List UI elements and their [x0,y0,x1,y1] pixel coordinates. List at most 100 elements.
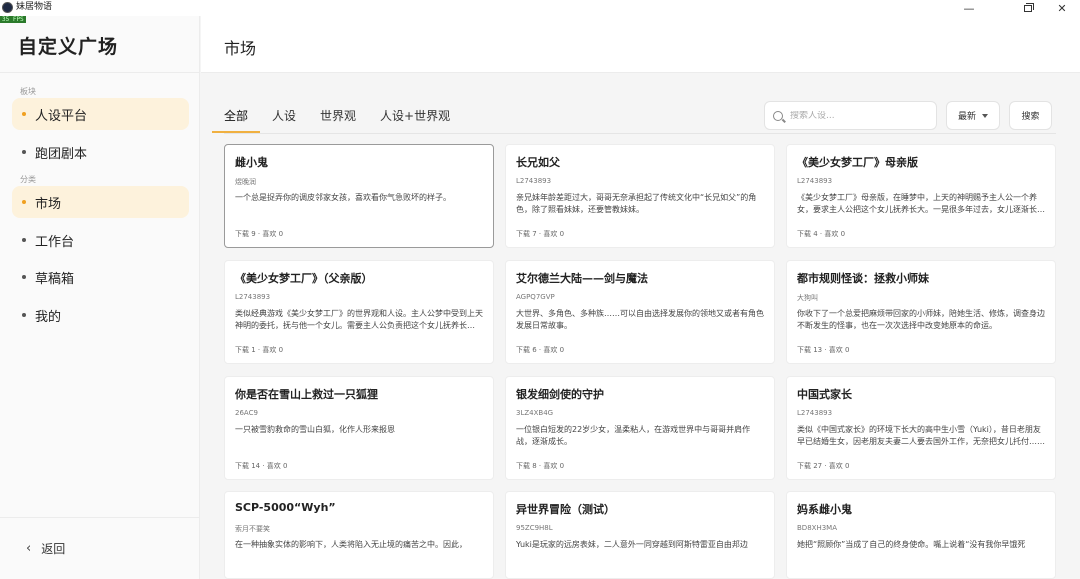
card-author: L2743893 [235,293,271,301]
card-stats: 下载 7 · 喜欢 0 [516,230,565,238]
sidebar: 自定义广场 板块 人设平台 跑团剧本 分类 市场 工作台 草稿箱 我的 ‹ 返回 [0,16,200,579]
category-tabs: 全部 人设 世界观 人设+世界观 [211,99,474,133]
title-bar: 妹居物语 — ✕ [0,0,1080,16]
card-title: 中国式家长 [797,388,852,401]
close-icon: ✕ [1057,1,1067,15]
persona-card[interactable]: 银发细剑使的守护 3LZ4XB4G 一位银白短发的22岁少女，温柔粘人，在游戏世… [505,376,775,480]
card-title: 雌小鬼 [235,156,268,169]
persona-card[interactable]: 雌小鬼 煜晚润 一个总是捉弄你的调皮邻家女孩，喜欢看你气急败坏的样子。 下载 9… [224,144,494,248]
maximize-button[interactable] [1010,0,1046,16]
card-description: 一只被雪豹救命的雪山白狐，化作人形来报恩 [235,425,395,434]
card-author: AGPQ7GVP [516,293,555,301]
sidebar-item-label: 工作台 [35,234,75,250]
card-title: 《美少女梦工厂》（父亲版） [235,272,373,285]
card-title: 长兄如父 [516,156,560,169]
card-author: L2743893 [797,177,833,185]
card-title: 《美少女梦工厂》母亲版 [797,156,918,169]
persona-card[interactable]: 都市规则怪谈：拯救小师妹 大狗叫 你收下了一个总爱把麻烦带回家的小师妹，陪她生活… [786,260,1056,364]
back-button[interactable]: ‹ 返回 [26,540,65,557]
bullet-icon [22,238,26,242]
persona-card[interactable]: 长兄如父 L2743893 亲兄妹年龄差距过大，哥哥无奈承担起了传统文化中“长兄… [505,144,775,248]
sidebar-item-label: 草稿箱 [35,271,75,287]
bullet-icon [22,200,26,204]
card-description: 大世界、多角色、多种族……可以自由选择发展你的领地又或者有角色发展日常故事。 [516,309,764,330]
tab-all[interactable]: 全部 [211,99,261,133]
card-stats: 下载 1 · 喜欢 0 [235,346,284,354]
sidebar-item-workbench[interactable]: 工作台 [12,224,189,256]
close-button[interactable]: ✕ [1044,0,1080,16]
sidebar-item-label: 跑团剧本 [35,146,88,162]
card-description: 她把“照顾你”当成了自己的终身使命。嘴上说着“没有我你早饿死 [797,540,1026,549]
sidebar-divider [0,72,200,73]
card-title: 都市规则怪谈：拯救小师妹 [797,272,929,285]
card-title: 你是否在雪山上救过一只狐狸 [235,388,378,401]
chevron-left-icon: ‹ [26,541,32,556]
card-stats: 下载 6 · 喜欢 0 [516,346,565,354]
card-description: 类似经典游戏《美少女梦工厂》的世界观和人设。主人公梦中受到上天神明的委托，抚与他… [235,309,483,330]
card-title: 银发细剑使的守护 [516,388,604,401]
persona-card[interactable]: 《美少女梦工厂》（父亲版） L2743893 类似经典游戏《美少女梦工厂》的世界… [224,260,494,364]
card-author: 26AC9 [235,409,258,417]
sidebar-divider [0,517,200,518]
app-title: 妹居物语 [16,2,53,12]
card-stats: 下载 14 · 喜欢 0 [235,462,288,470]
sidebar-item-label: 人设平台 [35,108,88,124]
minimize-button[interactable]: — [951,0,987,16]
card-author: 大狗叫 [797,294,818,302]
bullet-icon [22,275,26,279]
persona-card[interactable]: 艾尔德兰大陆——剑与魔法 AGPQ7GVP 大世界、多角色、多种族……可以自由选… [505,260,775,364]
card-author: 索月不要笑 [235,525,270,533]
card-author: 95ZC9H8L [516,524,553,532]
card-author: L2743893 [797,409,833,417]
bullet-icon [22,112,26,116]
card-title: 异世界冒险（测试） [516,503,615,516]
card-description: 你收下了一个总爱把麻烦带回家的小师妹，陪她生活、修炼，调查身边不断发生的怪事，也… [797,309,1045,330]
card-stats: 下载 8 · 喜欢 0 [516,462,565,470]
tab-persona-worldview[interactable]: 人设+世界观 [380,99,450,133]
maximize-icon [1024,2,1034,12]
sidebar-item-mine[interactable]: 我的 [12,299,189,331]
bullet-icon [22,150,26,154]
sidebar-item-drafts[interactable]: 草稿箱 [12,261,189,293]
persona-card[interactable]: 异世界冒险（测试） 95ZC9H8L Yuki是玩家的远房表妹，二人意外一同穿越… [505,491,775,579]
sort-dropdown[interactable]: 最新 [946,101,1000,130]
tab-worldview[interactable]: 世界观 [320,99,356,133]
sidebar-item-label: 市场 [35,196,62,212]
persona-card[interactable]: SCP-5000“Wyh” 索月不要笑 在一种抽象实体的影响下，人类将陷入无止境… [224,491,494,579]
persona-card[interactable]: 中国式家长 L2743893 类似《中国式家长》的环境下长大的高中生小雪（Yuk… [786,376,1056,480]
search-box[interactable] [764,101,937,130]
card-title: 艾尔德兰大陆——剑与魔法 [516,272,648,285]
search-button[interactable]: 搜索 [1009,101,1052,130]
section-label-category: 分类 [20,175,36,184]
card-description: 一位银白短发的22岁少女，温柔粘人，在游戏世界中与哥哥并肩作战，逐渐成长。 [516,425,751,446]
tabs-divider [224,133,1056,134]
sidebar-item-label: 我的 [35,309,62,325]
minimize-icon: — [963,1,975,15]
card-author: 煜晚润 [235,178,256,186]
search-input[interactable] [790,110,930,121]
persona-card[interactable]: 妈系雌小鬼 BD8XH3MA 她把“照顾你”当成了自己的终身使命。嘴上说着“没有… [786,491,1056,579]
card-stats: 下载 9 · 喜欢 0 [235,230,284,238]
card-author: BD8XH3MA [797,524,837,532]
search-icon [773,110,783,121]
card-description: Yuki是玩家的远房表妹，二人意外一同穿越到阿斯特雷亚自由邦边 [516,540,748,549]
page-title: 市场 [224,39,257,58]
card-author: 3LZ4XB4G [516,409,554,417]
back-label: 返回 [41,542,66,556]
persona-card[interactable]: 你是否在雪山上救过一只狐狸 26AC9 一只被雪豹救命的雪山白狐，化作人形来报恩… [224,376,494,480]
card-description: 在一种抽象实体的影响下，人类将陷入无止境的痛苦之中。因此， [235,540,467,549]
card-description: 一个总是捉弄你的调皮邻家女孩，喜欢看你气急败坏的样子。 [235,193,451,202]
tab-persona[interactable]: 人设 [272,99,296,133]
caret-down-icon [982,113,988,118]
main-header: 市场 [201,16,1080,73]
card-description: 类似《中国式家长》的环境下长大的高中生小雪（Yuki），昔日老朋友早已结婚生女，… [797,425,1045,446]
sidebar-item-persona-platform[interactable]: 人设平台 [12,98,189,130]
sidebar-item-market[interactable]: 市场 [12,186,189,218]
card-description: 《美少女梦工厂》母亲版，在睡梦中，上天的神明赐予主人公一个养女，要求主人公把这个… [797,193,1037,214]
card-author: L2743893 [516,177,552,185]
sidebar-item-trpg-scripts[interactable]: 跑团剧本 [12,136,189,168]
sidebar-title: 自定义广场 [18,36,119,58]
persona-card[interactable]: 《美少女梦工厂》母亲版 L2743893 《美少女梦工厂》母亲版，在睡梦中，上天… [786,144,1056,248]
app-logo-icon [2,2,13,13]
fps-counter: 35 FPS [0,16,26,23]
